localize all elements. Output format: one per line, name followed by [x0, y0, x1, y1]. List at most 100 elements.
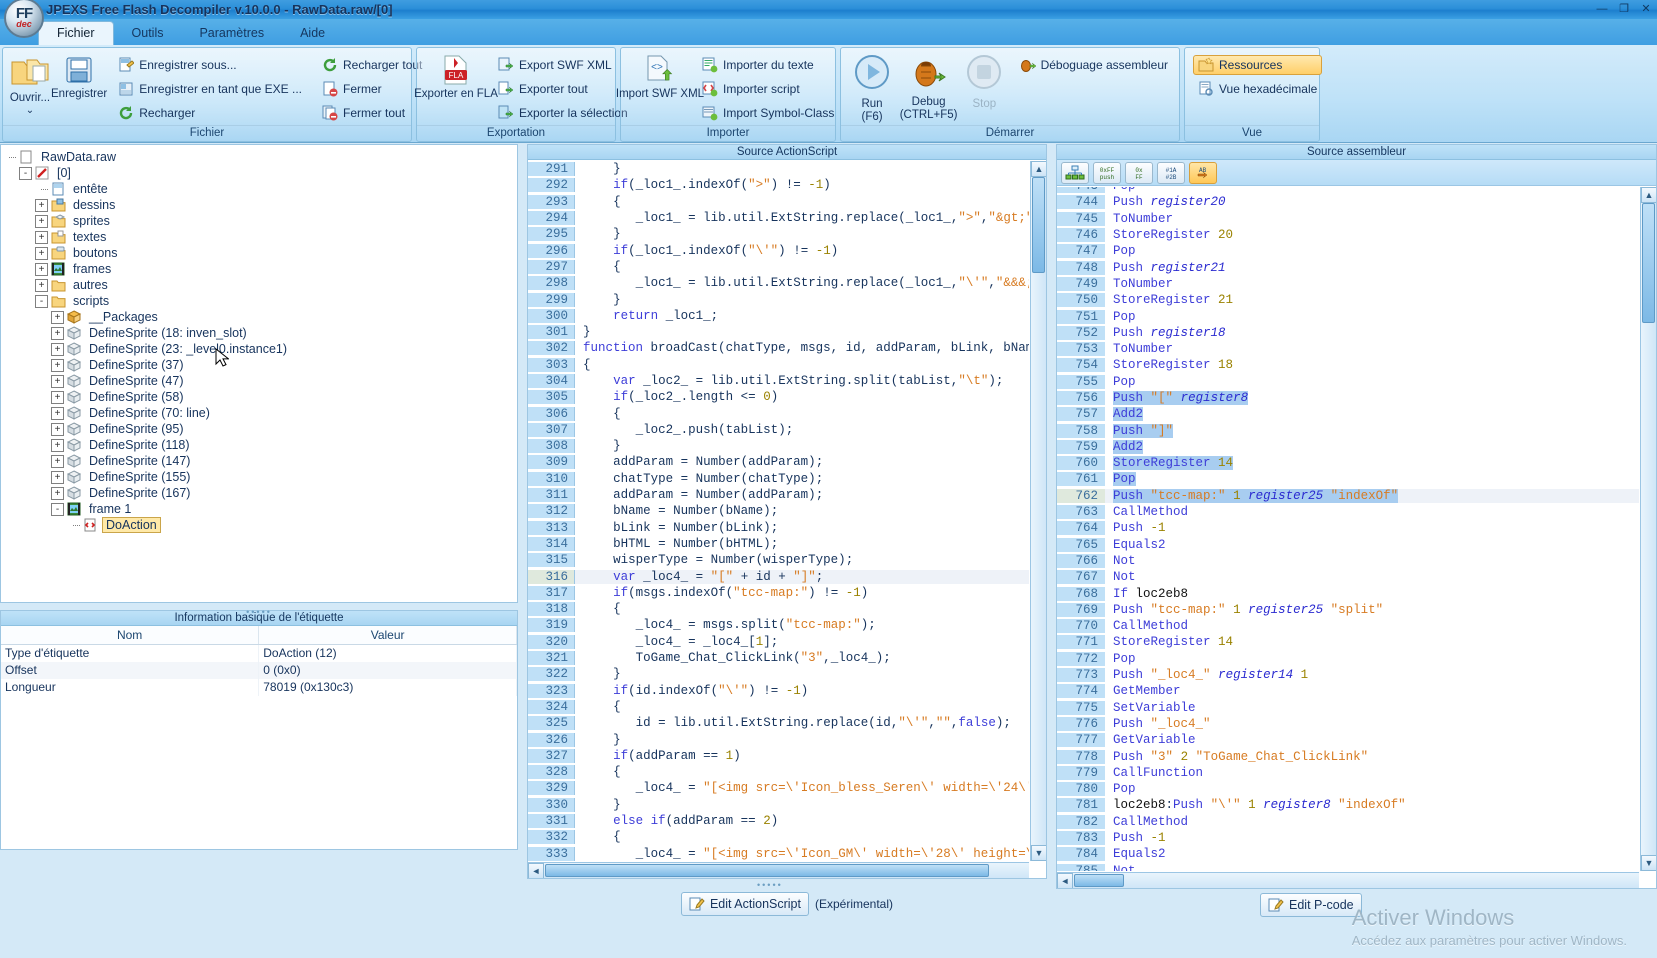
- code-text[interactable]: _loc4_ = "[<img src=\'Icon_GM\' width=\'…: [575, 847, 1029, 861]
- collapse-icon[interactable]: -: [51, 502, 64, 516]
- code-line[interactable]: 291 }: [528, 161, 1029, 177]
- export-selection-button[interactable]: Exporter la sélection: [493, 103, 633, 123]
- scroll-down-icon[interactable]: ▼: [1031, 845, 1046, 861]
- asm-line[interactable]: 770 CallMethod: [1057, 618, 1639, 634]
- asm-line[interactable]: 763 CallMethod: [1057, 504, 1639, 520]
- asm-line-text[interactable]: CallMethod: [1105, 815, 1639, 829]
- code-line[interactable]: 301}: [528, 324, 1029, 340]
- code-line[interactable]: 333 _loc4_ = "[<img src=\'Icon_GM\' widt…: [528, 845, 1029, 861]
- tree-node[interactable]: entête: [3, 181, 517, 197]
- tree-node[interactable]: - frame 1: [3, 501, 517, 517]
- code-line[interactable]: 293 {: [528, 194, 1029, 210]
- code-line[interactable]: 314 bHTML = Number(bHTML);: [528, 536, 1029, 552]
- menu-tab-outils[interactable]: Outils: [114, 22, 182, 45]
- import-swf-xml-button[interactable]: <> Import SWF XML: [616, 52, 704, 101]
- expand-icon[interactable]: +: [51, 374, 64, 388]
- code-text[interactable]: {: [575, 602, 1029, 616]
- asm-line-text[interactable]: Push -1: [1105, 521, 1639, 535]
- code-text[interactable]: else if(addParam == 2): [575, 814, 1029, 828]
- code-line[interactable]: 306 {: [528, 405, 1029, 421]
- asm-line-text[interactable]: StoreRegister 20: [1105, 228, 1639, 242]
- import-script-button[interactable]: Importer script: [697, 79, 839, 99]
- actionscript-horizontal-scrollbar[interactable]: ◄ ►: [528, 862, 1029, 878]
- code-line[interactable]: 309 addParam = Number(addParam);: [528, 454, 1029, 470]
- reload-button[interactable]: Recharger: [113, 103, 307, 123]
- code-text[interactable]: _loc2_.push(tabList);: [575, 423, 1029, 437]
- edit-actionscript-button[interactable]: Edit ActionScript: [680, 892, 809, 916]
- code-text[interactable]: _loc4_ = _loc4_[1];: [575, 635, 1029, 649]
- asm-line[interactable]: 757 Add2: [1057, 406, 1639, 422]
- asm-scroll-up-icon[interactable]: ▲: [1641, 187, 1656, 203]
- expand-icon[interactable]: +: [35, 278, 48, 292]
- expand-icon[interactable]: +: [51, 310, 64, 324]
- panel-grip-dots[interactable]: •••••: [246, 605, 272, 620]
- code-text[interactable]: bHTML = Number(bHTML);: [575, 537, 1029, 551]
- code-line[interactable]: 330 }: [528, 797, 1029, 813]
- asm-line-text[interactable]: StoreRegister 21: [1105, 293, 1639, 307]
- table-row[interactable]: Type d'étiquette DoAction (12): [1, 644, 517, 662]
- tree-node[interactable]: + DefineSprite (118): [3, 437, 517, 453]
- code-text[interactable]: if(_loc1_.indexOf(">") != -1): [575, 178, 1029, 192]
- asm-line[interactable]: 748 Push register21: [1057, 259, 1639, 275]
- asm-line[interactable]: 758 Push "]": [1057, 422, 1639, 438]
- close-all-button[interactable]: Fermer tout: [317, 103, 427, 123]
- asm-line-text[interactable]: Push -1: [1105, 831, 1639, 845]
- code-text[interactable]: {: [575, 358, 1029, 372]
- tree-node[interactable]: + sprites: [3, 213, 517, 229]
- code-line[interactable]: 315 wisperType = Number(wisperType);: [528, 552, 1029, 568]
- reload-all-button[interactable]: Recharger tout: [317, 55, 427, 75]
- expand-icon[interactable]: +: [51, 470, 64, 484]
- debug-button[interactable]: Debug (CTRL+F5): [897, 52, 960, 122]
- asm-scroll-down-icon[interactable]: ▼: [1641, 855, 1656, 871]
- code-text[interactable]: }: [575, 162, 1029, 176]
- asm-line-text[interactable]: Pop: [1105, 652, 1639, 666]
- open-button[interactable]: Ouvrir... ⌄: [9, 52, 51, 117]
- tree-node[interactable]: DoAction: [3, 517, 517, 533]
- code-text[interactable]: {: [575, 700, 1029, 714]
- code-text[interactable]: if(_loc2_.length <= 0): [575, 390, 1029, 404]
- asm-line-text[interactable]: CallMethod: [1105, 619, 1639, 633]
- code-text[interactable]: {: [575, 407, 1029, 421]
- save-as-button[interactable]: Enregistrer sous...: [113, 55, 307, 75]
- code-text[interactable]: ToGame_Chat_ClickLink("3",_loc4_);: [575, 651, 1029, 665]
- asm-line-text[interactable]: Pop: [1105, 472, 1639, 487]
- code-line[interactable]: 321 ToGame_Chat_ClickLink("3",_loc4_);: [528, 650, 1029, 666]
- expand-icon[interactable]: +: [35, 262, 48, 276]
- asm-line[interactable]: 781 loc2eb8:Push "\'" 1 register8 "indexO…: [1057, 797, 1639, 813]
- scroll-left-icon[interactable]: ◄: [528, 863, 544, 878]
- code-text[interactable]: {: [575, 195, 1029, 209]
- resource-tree-rows[interactable]: RawData.raw - [0] entête + dessins + sprites + te…: [1, 145, 517, 533]
- asm-line-text[interactable]: Push "tcc-map:" 1 register25 "indexOf": [1105, 488, 1639, 503]
- offsets-icon[interactable]: #1A #2B: [1157, 161, 1185, 184]
- asm-line[interactable]: 747 Pop: [1057, 243, 1639, 259]
- code-text[interactable]: return _loc1_;: [575, 309, 1029, 323]
- collapse-icon[interactable]: -: [19, 166, 32, 180]
- code-line[interactable]: 311 addParam = Number(addParam);: [528, 487, 1029, 503]
- expand-icon[interactable]: +: [51, 326, 64, 340]
- asm-scroll-thumb[interactable]: [1642, 203, 1655, 323]
- asm-line-text[interactable]: If loc2eb8: [1105, 587, 1639, 601]
- minimize-button[interactable]: —: [1595, 2, 1609, 16]
- asm-line[interactable]: 766 Not: [1057, 553, 1639, 569]
- asm-line[interactable]: 745 ToNumber: [1057, 211, 1639, 227]
- code-text[interactable]: chatType = Number(chatType);: [575, 472, 1029, 486]
- asm-line[interactable]: 777 GetVariable: [1057, 732, 1639, 748]
- graph-view-icon[interactable]: [1061, 161, 1089, 184]
- resolve-constants-icon[interactable]: AB: [1189, 161, 1217, 184]
- asm-line-text[interactable]: StoreRegister 14: [1105, 635, 1639, 649]
- tree-node[interactable]: + __Packages: [3, 309, 517, 325]
- asm-line[interactable]: 743Pop: [1057, 187, 1639, 194]
- asm-line-text[interactable]: Push register18: [1105, 326, 1639, 340]
- debug-assembler-button[interactable]: Déboguage assembleur: [1015, 55, 1173, 75]
- asm-line-text[interactable]: Pop: [1105, 244, 1639, 258]
- code-text[interactable]: wisperType = Number(wisperType);: [575, 553, 1029, 567]
- code-line[interactable]: 320 _loc4_ = _loc4_[1];: [528, 634, 1029, 650]
- asm-line[interactable]: 784 Equals2: [1057, 846, 1639, 862]
- code-text[interactable]: if(addParam == 1): [575, 749, 1029, 763]
- code-text[interactable]: function broadCast(chatType, msgs, id, a…: [575, 341, 1029, 355]
- actionscript-code-area[interactable]: 291 } 292 if(_loc1_.indexOf(">") != -1) 29…: [528, 161, 1029, 861]
- code-line[interactable]: 297 {: [528, 259, 1029, 275]
- code-text[interactable]: _loc4_ = "[<img src=\'Icon_bless_Seren\'…: [575, 781, 1029, 795]
- asm-line-text[interactable]: Push "_loc4_" register14 1: [1105, 668, 1639, 682]
- asm-line[interactable]: 768 If loc2eb8: [1057, 585, 1639, 601]
